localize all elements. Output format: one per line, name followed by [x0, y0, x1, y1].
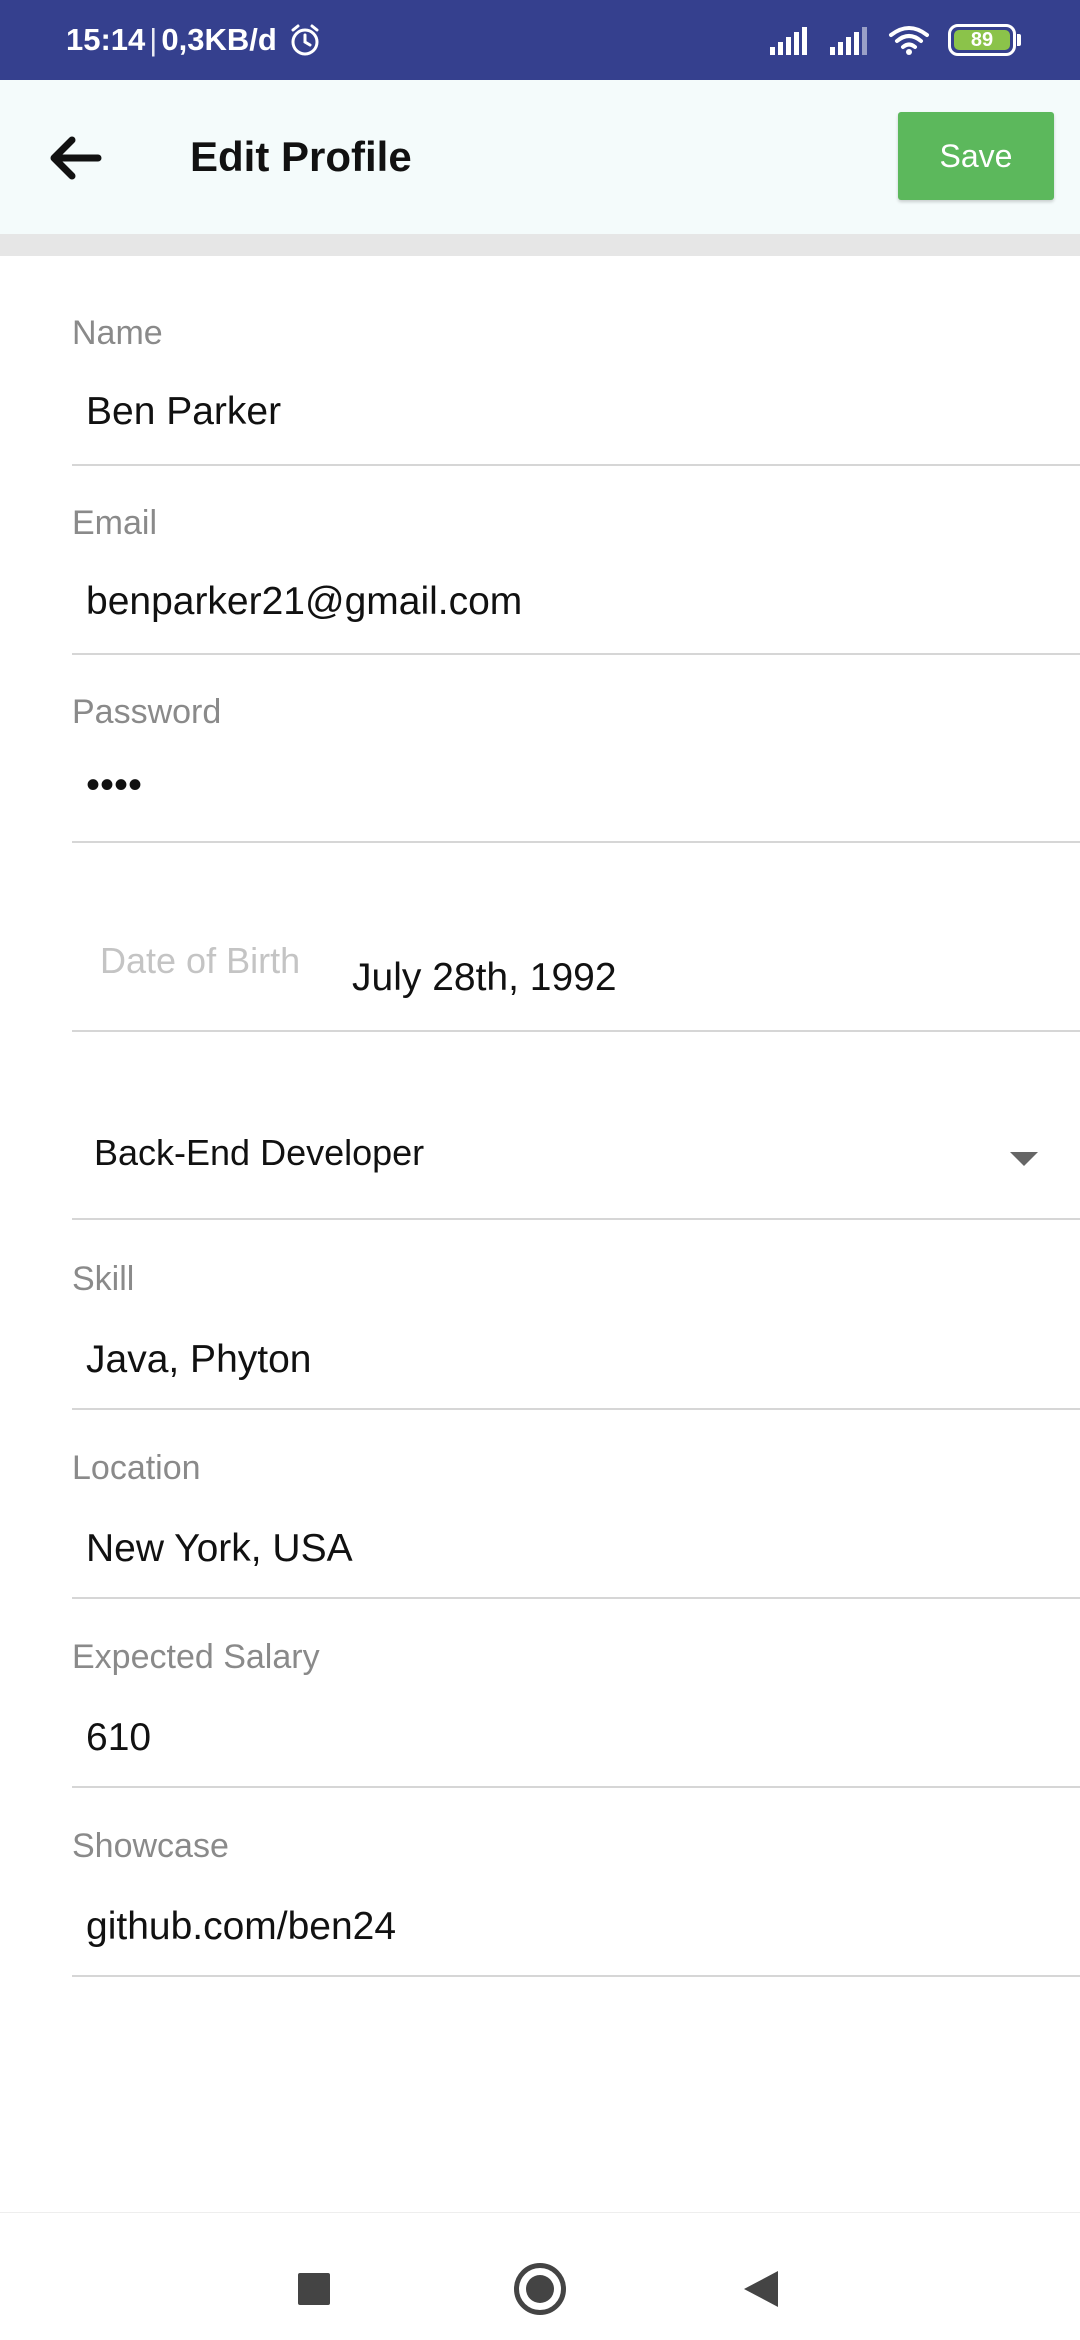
- battery-icon: 89: [948, 24, 1021, 56]
- status-separator: |: [149, 22, 158, 57]
- skill-input[interactable]: Java, Phyton: [86, 1338, 311, 1382]
- name-label: Name: [72, 314, 163, 352]
- salary-input[interactable]: 610: [86, 1716, 151, 1760]
- role-value: Back-End Developer: [94, 1132, 425, 1173]
- salary-field[interactable]: Expected Salary 610: [72, 1636, 1080, 1788]
- back-button[interactable]: [38, 122, 112, 194]
- showcase-label: Showcase: [72, 1827, 229, 1865]
- password-input[interactable]: ••••: [86, 763, 142, 808]
- save-button[interactable]: Save: [898, 112, 1054, 200]
- recents-icon[interactable]: [298, 2273, 330, 2305]
- wifi-icon: [889, 26, 929, 55]
- skill-label: Skill: [72, 1260, 135, 1298]
- showcase-field[interactable]: Showcase github.com/ben24: [72, 1825, 1080, 1977]
- status-bar: 15:14 | 0,3KB/d 89: [0, 0, 1080, 80]
- system-nav-bar: [0, 2212, 1080, 2340]
- salary-label: Expected Salary: [72, 1638, 320, 1676]
- name-field[interactable]: Name Ben Parker: [72, 310, 1080, 466]
- page-title: Edit Profile: [190, 133, 412, 180]
- password-field[interactable]: Password ••••: [72, 689, 1080, 843]
- chevron-down-icon: [1010, 1152, 1038, 1166]
- signal-icon: [830, 27, 867, 55]
- home-icon[interactable]: [514, 2263, 566, 2315]
- email-field[interactable]: Email benparker21@gmail.com: [72, 500, 1080, 655]
- status-data-rate: 0,3KB/d: [161, 22, 277, 57]
- location-field[interactable]: Location New York, USA: [72, 1447, 1080, 1599]
- status-time: 15:14: [66, 22, 146, 57]
- status-left: 15:14 | 0,3KB/d: [66, 0, 323, 80]
- location-input[interactable]: New York, USA: [86, 1527, 353, 1571]
- arrow-left-icon: [50, 136, 102, 180]
- password-label: Password: [72, 693, 222, 731]
- location-label: Location: [72, 1449, 201, 1487]
- status-right: 89: [768, 0, 1021, 80]
- back-triangle-icon[interactable]: [744, 2271, 778, 2307]
- dob-label: Date of Birth: [100, 940, 301, 981]
- email-label: Email: [72, 504, 158, 542]
- showcase-input[interactable]: github.com/ben24: [86, 1905, 396, 1949]
- name-input[interactable]: Ben Parker: [86, 390, 281, 434]
- app-bar: Edit Profile Save: [0, 80, 1080, 234]
- skill-field[interactable]: Skill Java, Phyton: [72, 1258, 1080, 1410]
- dob-value[interactable]: July 28th, 1992: [352, 956, 617, 1000]
- battery-level: 89: [954, 29, 1010, 51]
- alarm-icon: [291, 24, 319, 56]
- signal-icon: [770, 27, 807, 55]
- email-input[interactable]: benparker21@gmail.com: [86, 580, 522, 624]
- app-bar-divider: [0, 234, 1080, 256]
- dob-field[interactable]: Date of Birth July 28th, 1992: [72, 940, 1080, 1032]
- role-dropdown[interactable]: Back-End Developer: [72, 1132, 1080, 1220]
